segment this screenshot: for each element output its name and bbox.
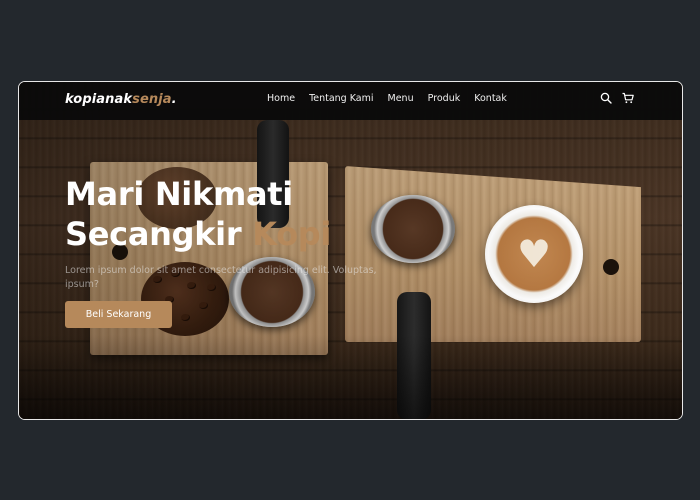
hero-title-line-1: Mari Nikmati	[65, 175, 293, 213]
nav-icons	[600, 92, 634, 104]
hero-title-main: Secangkir	[65, 215, 253, 253]
nav-link-kontak[interactable]: Kontak	[474, 93, 507, 104]
nav-links: Home Tentang Kami Menu Produk Kontak	[267, 93, 507, 104]
nav-link-home[interactable]: Home	[267, 93, 295, 104]
search-icon[interactable]	[600, 92, 612, 104]
hero-title: Mari Nikmati Secangkir Kopi	[65, 174, 331, 254]
brand-name-suffix: .	[171, 92, 177, 107]
hero-title-accent: Kopi	[252, 215, 332, 253]
nav-link-tentang-kami[interactable]: Tentang Kami	[309, 93, 373, 104]
brand-logo[interactable]: kopianaksenja.	[65, 92, 177, 107]
hero-subtitle: Lorem ipsum dolor sit amet consectetur a…	[65, 265, 377, 290]
brand-name-main: kopianak	[65, 92, 133, 107]
cart-icon[interactable]	[622, 92, 634, 104]
hero-title-line-2: Secangkir Kopi	[65, 214, 331, 254]
nav-link-menu[interactable]: Menu	[388, 93, 414, 104]
browser-frame: ♥ kopianaksenja. Home Tentang Kami Menu …	[18, 81, 683, 420]
buy-now-button[interactable]: Beli Sekarang	[65, 301, 172, 328]
brand-name-accent: senja	[132, 92, 172, 107]
navbar: kopianaksenja. Home Tentang Kami Menu Pr…	[19, 82, 682, 120]
nav-link-produk[interactable]: Produk	[428, 93, 461, 104]
